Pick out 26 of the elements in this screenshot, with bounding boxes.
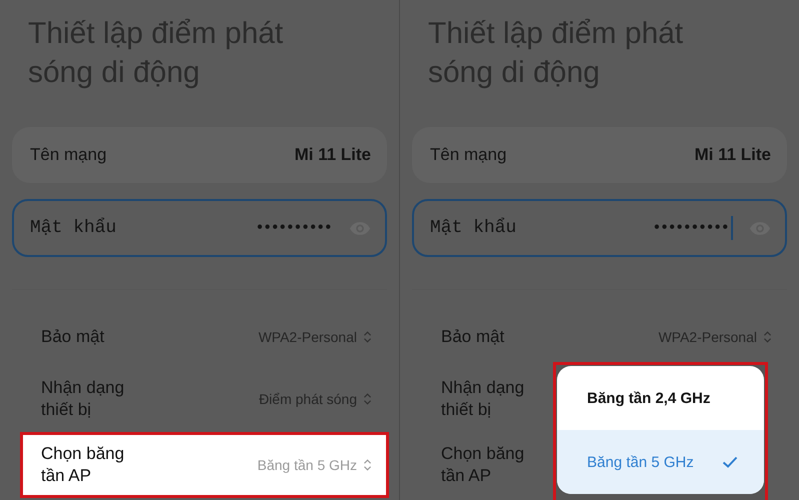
row-value: Mi 11 Lite	[694, 145, 771, 165]
network-name-row[interactable]: Tên mạng Mi 11 Lite	[412, 127, 787, 183]
password-field[interactable]: Mật khẩu ••••••••••	[412, 199, 787, 257]
chevron-up-down-icon	[363, 330, 372, 344]
setting-label: Bảo mật	[441, 326, 506, 348]
network-name-row[interactable]: Tên mạng Mi 11 Lite	[12, 127, 387, 183]
password-field[interactable]: Mật khẩu ••••••••••	[12, 199, 387, 257]
field-label: Mật khẩu	[430, 218, 518, 238]
setting-value: Băng tần 5 GHz	[256, 457, 357, 473]
row-label: Tên mạng	[430, 145, 507, 165]
setting-row[interactable]: Chọn băng tần AP Băng tần 5 GHz	[20, 432, 389, 498]
row-label: Tên mạng	[30, 145, 107, 165]
menu-option[interactable]: Băng tần 2,4 GHz	[557, 366, 764, 430]
setting-label: Chọn băng tần AP	[41, 443, 126, 487]
check-icon	[722, 456, 738, 468]
setting-label: Nhận dạng thiết bị	[41, 377, 126, 421]
setting-label: Bảo mật	[41, 326, 106, 348]
text-cursor	[731, 216, 733, 240]
menu-option[interactable]: Băng tần 5 GHz	[557, 430, 764, 494]
chevron-up-down-icon	[363, 458, 372, 472]
chevron-up-down-icon	[763, 330, 772, 344]
field-label: Mật khẩu	[30, 218, 118, 238]
chevron-up-down-icon	[363, 392, 372, 406]
password-dots: ••••••••••	[654, 219, 730, 237]
password-dots: ••••••••••	[256, 219, 333, 237]
row-value: Mi 11 Lite	[294, 145, 371, 165]
